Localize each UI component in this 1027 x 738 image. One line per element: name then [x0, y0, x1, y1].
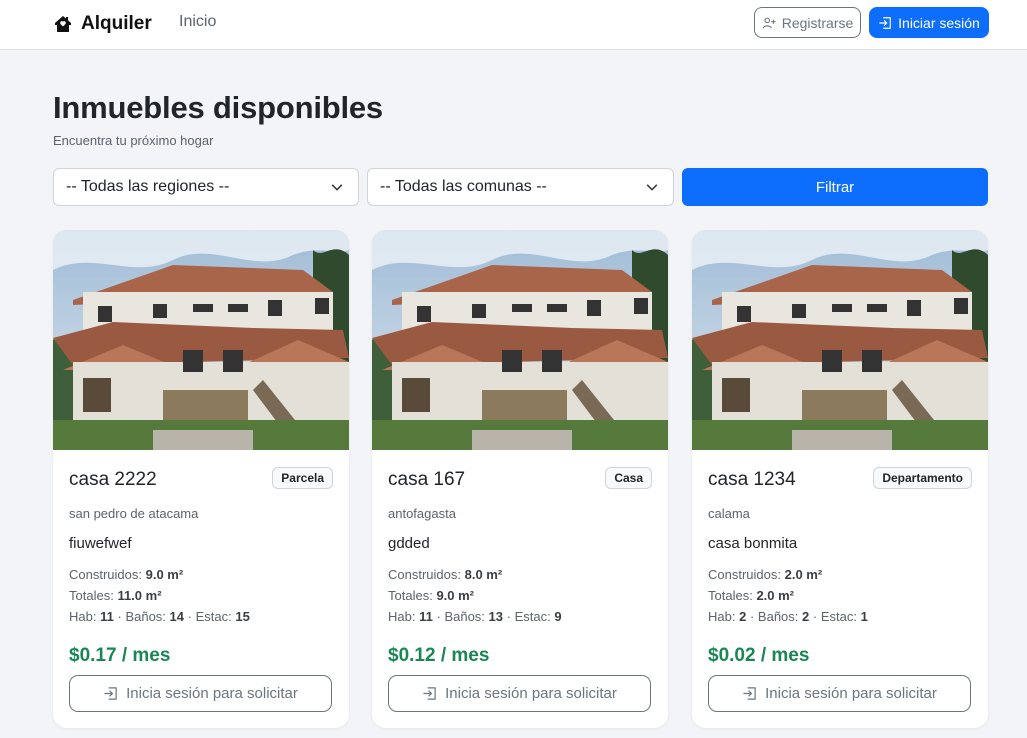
hab-label: Hab:	[388, 609, 416, 624]
property-price: $0.02 / mes	[708, 645, 810, 666]
banos-label: Baños:	[125, 609, 166, 624]
request-button-label: Inicia sesión para solicitar	[445, 685, 617, 702]
card-body: casa 1234 Departamento calama casa bonmi…	[708, 230, 972, 728]
separator: ·	[812, 609, 818, 624]
area-construida-label: Construidos:	[388, 567, 461, 582]
property-price: $0.12 / mes	[388, 645, 490, 666]
banos-value: 2	[802, 609, 810, 624]
property-features: Hab: 11 · Baños: 13 · Estac: 9	[388, 609, 562, 624]
property-location: antofagasta	[388, 506, 456, 521]
nav-link-inicio[interactable]: Inicio	[179, 13, 216, 31]
area-total-value: 11.0 m²	[117, 588, 162, 603]
box-arrow-in-right-icon	[879, 16, 891, 29]
property-description: gdded	[388, 535, 430, 552]
property-type-badge: Parcela	[272, 467, 333, 489]
request-button[interactable]: Inicia sesión para solicitar	[69, 675, 332, 712]
brand-name: Alquiler	[81, 13, 152, 34]
request-button[interactable]: Inicia sesión para solicitar	[388, 675, 651, 712]
estac-value: 9	[554, 609, 562, 624]
brand-link[interactable]: Alquiler	[53, 11, 152, 37]
region-select-value: -- Todas las regiones --	[66, 178, 230, 195]
hab-value: 11	[419, 609, 433, 624]
property-location: san pedro de atacama	[69, 506, 199, 521]
property-title[interactable]: casa 2222	[69, 469, 157, 491]
card-body: casa 2222 Parcela san pedro de atacama f…	[69, 230, 333, 728]
hab-label: Hab:	[69, 609, 97, 624]
estac-label: Estac:	[820, 609, 857, 624]
person-plus-icon	[762, 17, 776, 28]
property-card: casa 2222 Parcela san pedro de atacama f…	[53, 230, 349, 728]
register-button[interactable]: Registrarse	[754, 7, 861, 38]
estac-value: 15	[235, 609, 250, 624]
separator: ·	[749, 609, 755, 624]
house-heart-icon	[55, 16, 71, 32]
property-features: Hab: 11 · Baños: 14 · Estac: 15	[69, 609, 250, 624]
card-body: casa 167 Casa antofagasta gdded Construi…	[388, 230, 652, 728]
hab-value: 11	[100, 609, 114, 624]
area-total: Totales: 2.0 m²	[708, 588, 794, 603]
area-construida: Construidos: 2.0 m²	[708, 567, 822, 582]
chevron-down-icon	[331, 184, 343, 191]
property-type-badge: Casa	[605, 467, 652, 489]
login-label: Iniciar sesión	[898, 14, 980, 31]
box-arrow-in-right-icon	[104, 687, 117, 700]
navbar: Alquiler Inicio Registrarse Iniciar sesi…	[0, 0, 1027, 50]
area-total-label: Totales:	[708, 588, 753, 603]
property-title[interactable]: casa 167	[388, 469, 465, 491]
property-description: casa bonmita	[708, 535, 798, 552]
register-label: Registrarse	[781, 14, 854, 31]
property-card: casa 1234 Departamento calama casa bonmi…	[692, 230, 988, 728]
region-select[interactable]: -- Todas las regiones --	[53, 168, 359, 206]
hab-label: Hab:	[708, 609, 736, 624]
property-location: calama	[708, 506, 750, 521]
hab-value: 2	[739, 609, 747, 624]
area-construida-label: Construidos:	[708, 567, 781, 582]
area-construida-label: Construidos:	[69, 567, 142, 582]
separator: ·	[436, 609, 441, 624]
property-price: $0.17 / mes	[69, 645, 171, 666]
box-arrow-in-right-icon	[423, 687, 436, 700]
area-construida-value: 9.0 m²	[145, 567, 184, 582]
box-arrow-in-right-icon	[743, 687, 756, 700]
filter-button[interactable]: Filtrar	[682, 168, 988, 206]
property-description: fiuwefwef	[69, 535, 132, 552]
chevron-down-icon	[646, 184, 658, 191]
area-total-label: Totales:	[388, 588, 433, 603]
area-construida-value: 2.0 m²	[784, 567, 823, 582]
area-total-value: 2.0 m²	[756, 588, 795, 603]
area-construida: Construidos: 9.0 m²	[69, 567, 183, 582]
area-construida: Construidos: 8.0 m²	[388, 567, 502, 582]
comuna-select-value: -- Todas las comunas --	[380, 178, 547, 195]
request-button-label: Inicia sesión para solicitar	[765, 685, 937, 702]
page-subtitle: Encuentra tu próximo hogar	[53, 133, 214, 148]
area-total-label: Totales:	[69, 588, 114, 603]
estac-label: Estac:	[195, 609, 232, 624]
separator: ·	[117, 609, 122, 624]
estac-value: 1	[860, 609, 868, 624]
area-total-value: 9.0 m²	[436, 588, 475, 603]
request-button-label: Inicia sesión para solicitar	[126, 685, 298, 702]
banos-label: Baños:	[444, 609, 485, 624]
property-title[interactable]: casa 1234	[708, 469, 796, 491]
login-button[interactable]: Iniciar sesión	[869, 7, 989, 38]
area-total: Totales: 11.0 m²	[69, 588, 162, 603]
area-total: Totales: 9.0 m²	[388, 588, 474, 603]
estac-label: Estac:	[514, 609, 551, 624]
property-features: Hab: 2 · Baños: 2 · Estac: 1	[708, 609, 868, 624]
property-card: casa 167 Casa antofagasta gdded Construi…	[372, 230, 668, 728]
banos-label: Baños:	[757, 609, 799, 624]
comuna-select[interactable]: -- Todas las comunas --	[367, 168, 674, 206]
page-title: Inmuebles disponibles	[53, 90, 383, 125]
banos-value: 14	[169, 609, 185, 624]
banos-value: 13	[488, 609, 504, 624]
separator: ·	[506, 609, 511, 624]
separator: ·	[187, 609, 192, 624]
area-construida-value: 8.0 m²	[464, 567, 503, 582]
property-type-badge: Departamento	[873, 467, 972, 489]
request-button[interactable]: Inicia sesión para solicitar	[708, 675, 971, 712]
